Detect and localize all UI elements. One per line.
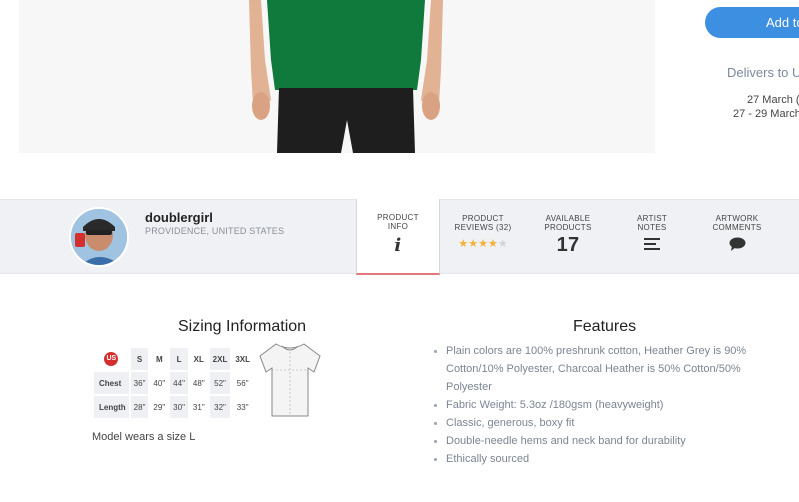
size-header: XL [193, 354, 204, 364]
avatar[interactable] [69, 207, 129, 267]
star-filled-icon: ★ [458, 238, 469, 250]
tab-available-products[interactable]: AVAILABLE PRODUCTS 17 [530, 200, 606, 275]
star-empty-icon: ★ [497, 238, 508, 250]
size-header: 2XL [209, 348, 231, 370]
artist-location: PROVIDENCE, UNITED STATES [145, 226, 285, 236]
size-value: 36" [130, 372, 149, 394]
size-header-row: US S M L XL 2XL 3XL [94, 348, 253, 370]
tab-label-line1: ARTWORK [715, 214, 759, 223]
delivery-destination[interactable]: Delivers to Ur [727, 65, 799, 80]
delivery-date-standard: 27 March ( [747, 94, 799, 106]
size-value: 52" [209, 372, 231, 394]
size-chart-table: US S M L XL 2XL 3XL Chest 36" 40" 44" 48… [92, 346, 255, 420]
size-value: 32" [209, 396, 231, 418]
star-filled-icon: ★ [468, 238, 479, 250]
size-value: 31" [192, 402, 205, 412]
tab-artwork-comments[interactable]: ARTWORK COMMENTS [700, 200, 774, 275]
tab-label-line1: PRODUCT [462, 214, 504, 223]
row-label: Length [94, 396, 129, 418]
tab-label-line1: ARTIST [636, 214, 668, 223]
size-row-chest: Chest 36" 40" 44" 48" 52" 56" [94, 372, 253, 394]
info-icon: i [394, 235, 402, 256]
delivery-date-express: 27 - 29 March [733, 108, 799, 120]
size-value: 28" [130, 396, 149, 418]
artist-name[interactable]: doublergirl [145, 210, 213, 225]
tab-product-info[interactable]: PRODUCT INFO i [356, 199, 440, 275]
size-header: S [130, 348, 149, 370]
comment-icon [729, 237, 745, 251]
feature-item: Classic, generous, boxy fit [434, 414, 764, 432]
size-value: 44" [170, 372, 188, 394]
tab-artist-notes[interactable]: ARTIST NOTES [618, 200, 686, 275]
add-to-cart-button[interactable]: Add to [705, 7, 799, 38]
model-photo [249, 0, 443, 153]
region-cell[interactable]: US [94, 348, 129, 370]
product-image [19, 0, 655, 153]
star-filled-icon: ★ [478, 238, 488, 250]
tab-label-line2: COMMENTS [712, 223, 762, 232]
notes-icon [644, 238, 660, 250]
size-row-length: Length 28" 29" 30" 31" 32" 33" [94, 396, 253, 418]
tab-label-line2: NOTES [637, 223, 667, 232]
tab-label-line2: REVIEWS (32) [454, 223, 512, 232]
tab-label-line2: PRODUCTS [544, 223, 592, 232]
feature-item: Plain colors are 100% preshrunk cotton, … [434, 342, 764, 396]
size-value: 40" [153, 378, 166, 388]
star-rating: ★★★★★ [447, 237, 519, 250]
size-value: 29" [153, 402, 166, 412]
size-value: 48" [192, 378, 205, 388]
size-value: 33" [236, 402, 249, 412]
features-list: Plain colors are 100% preshrunk cotton, … [434, 342, 764, 468]
avatar-image [71, 209, 127, 265]
feature-item: Double-needle hems and neck band for dur… [434, 432, 764, 450]
size-value: 56" [236, 378, 249, 388]
tab-product-reviews[interactable]: PRODUCT REVIEWS (32) ★★★★★ [447, 200, 519, 275]
tshirt-diagram-icon [259, 343, 321, 417]
size-value: 30" [170, 396, 188, 418]
sizing-title: Sizing Information [178, 318, 307, 335]
tab-label-line1: PRODUCT [377, 213, 419, 222]
us-flag-icon[interactable]: US [104, 352, 119, 366]
feature-item: Ethically sourced [434, 450, 764, 468]
size-header: 3XL [235, 354, 251, 364]
available-products-count: 17 [556, 234, 580, 256]
row-label: Chest [94, 372, 129, 394]
features-title: Features [573, 318, 637, 335]
artist-tabs-band: doublergirl PROVIDENCE, UNITED STATES PR… [0, 199, 799, 275]
size-header: M [155, 354, 163, 364]
feature-item: Fabric Weight: 5.3oz /180gsm (heavyweigh… [434, 396, 764, 414]
star-filled-icon: ★ [487, 238, 498, 250]
tab-label-line2: INFO [387, 222, 409, 231]
model-size-note: Model wears a size L [92, 431, 196, 443]
size-header: L [170, 348, 188, 370]
tab-label-line1: AVAILABLE [545, 214, 591, 223]
